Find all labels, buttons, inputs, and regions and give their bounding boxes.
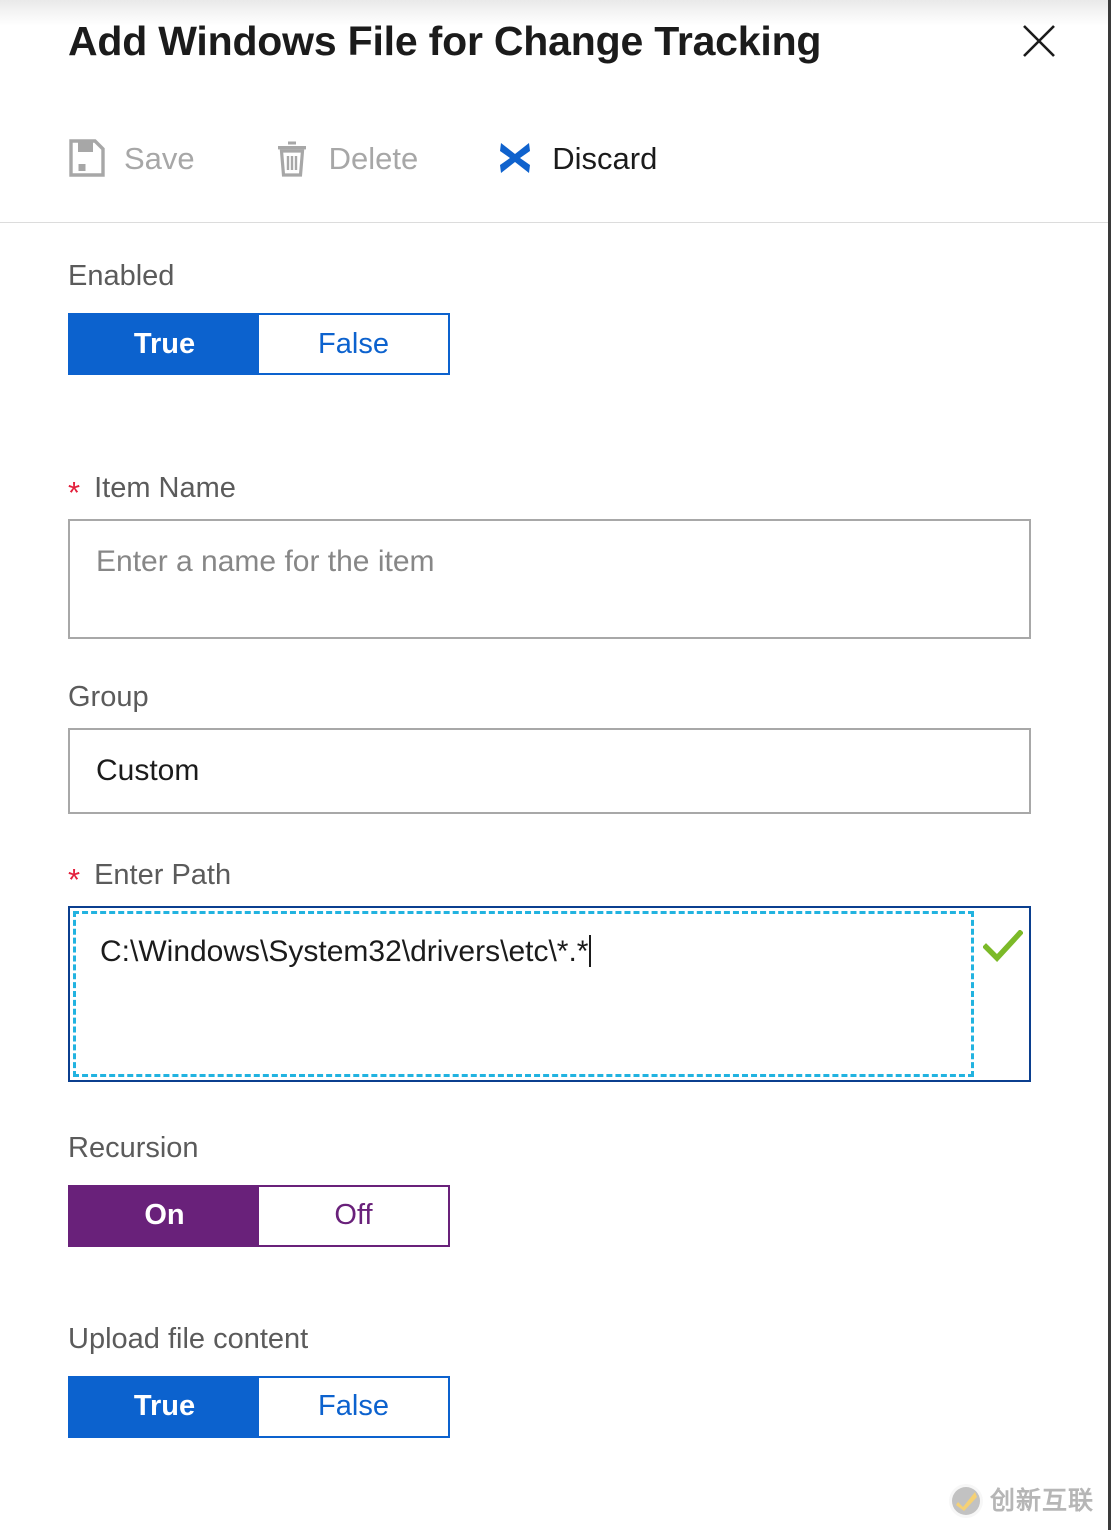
close-button[interactable] bbox=[1016, 18, 1062, 64]
text-caret bbox=[589, 935, 591, 967]
item-name-label: Item Name bbox=[94, 474, 236, 503]
spacer bbox=[68, 375, 1028, 471]
item-name-label-row: * Item Name bbox=[68, 471, 1028, 503]
field-item-name: * Item Name Enter a name for the item bbox=[68, 471, 1028, 639]
enter-path-label: Enter Path bbox=[94, 861, 231, 890]
check-swoosh-logo-icon bbox=[949, 1484, 983, 1518]
recursion-toggle-on[interactable]: On bbox=[70, 1187, 259, 1245]
recursion-toggle[interactable]: On Off bbox=[68, 1185, 450, 1247]
delete-button[interactable]: Delete bbox=[273, 134, 419, 182]
field-recursion: Recursion On Off bbox=[68, 1134, 1028, 1247]
group-label: Group bbox=[68, 683, 149, 712]
save-floppy-icon bbox=[68, 138, 106, 178]
spacer bbox=[68, 814, 1028, 858]
item-name-input[interactable]: Enter a name for the item bbox=[68, 519, 1031, 639]
upload-file-content-toggle-false[interactable]: False bbox=[259, 1378, 448, 1436]
save-label: Save bbox=[124, 143, 195, 174]
enabled-label: Enabled bbox=[68, 262, 174, 291]
validation-indicator bbox=[977, 908, 1029, 1080]
group-value: Custom bbox=[96, 754, 199, 787]
spacer bbox=[68, 1082, 1028, 1134]
spacer bbox=[68, 1247, 1028, 1325]
enter-path-value: C:\Windows\System32\drivers\etc\*.* bbox=[100, 935, 588, 968]
green-check-icon bbox=[983, 930, 1023, 969]
enabled-toggle-true[interactable]: True bbox=[70, 315, 259, 373]
spacer bbox=[68, 639, 1028, 683]
delete-label: Delete bbox=[329, 143, 419, 174]
upload-file-content-toggle-true[interactable]: True bbox=[70, 1378, 259, 1436]
recursion-toggle-off[interactable]: Off bbox=[259, 1187, 448, 1245]
field-enabled: Enabled True False bbox=[68, 262, 1028, 375]
upload-file-content-label-row: Upload file content bbox=[68, 1325, 1028, 1354]
field-group: Group Custom bbox=[68, 683, 1028, 814]
enter-path-input[interactable]: C:\Windows\System32\drivers\etc\*.* bbox=[73, 911, 974, 1077]
enabled-label-row: Enabled bbox=[68, 262, 1028, 291]
field-enter-path: * Enter Path C:\Windows\System32\drivers… bbox=[68, 858, 1028, 1082]
save-button[interactable]: Save bbox=[68, 134, 195, 182]
upload-file-content-label: Upload file content bbox=[68, 1325, 308, 1354]
item-name-placeholder: Enter a name for the item bbox=[96, 545, 435, 578]
group-input[interactable]: Custom bbox=[68, 728, 1031, 814]
enter-path-label-row: * Enter Path bbox=[68, 858, 1028, 890]
trash-icon bbox=[273, 138, 311, 178]
close-icon bbox=[1018, 20, 1060, 62]
command-bar: Save Delete Discard bbox=[0, 134, 1108, 222]
enabled-toggle[interactable]: True False bbox=[68, 313, 450, 375]
x-cross-icon bbox=[496, 138, 534, 178]
required-asterisk: * bbox=[68, 477, 80, 508]
recursion-label-row: Recursion bbox=[68, 1134, 1028, 1163]
blade-panel: Add Windows File for Change Tracking Sav… bbox=[0, 0, 1111, 1530]
group-label-row: Group bbox=[68, 683, 1028, 712]
field-upload-file-content: Upload file content True False bbox=[68, 1325, 1028, 1438]
enter-path-field: C:\Windows\System32\drivers\etc\*.* bbox=[68, 906, 1031, 1082]
recursion-label: Recursion bbox=[68, 1134, 199, 1163]
discard-label: Discard bbox=[552, 143, 657, 174]
watermark: 创新互联 bbox=[949, 1484, 1094, 1518]
blade-header: Add Windows File for Change Tracking bbox=[0, 0, 1108, 80]
required-asterisk: * bbox=[68, 864, 80, 895]
enabled-toggle-false[interactable]: False bbox=[259, 315, 448, 373]
upload-file-content-toggle[interactable]: True False bbox=[68, 1376, 450, 1438]
page-title: Add Windows File for Change Tracking bbox=[68, 21, 821, 62]
form-body: Enabled True False * Item Name Enter a n… bbox=[0, 222, 1108, 1530]
watermark-text: 创新互联 bbox=[990, 1489, 1094, 1514]
discard-button[interactable]: Discard bbox=[496, 134, 657, 182]
